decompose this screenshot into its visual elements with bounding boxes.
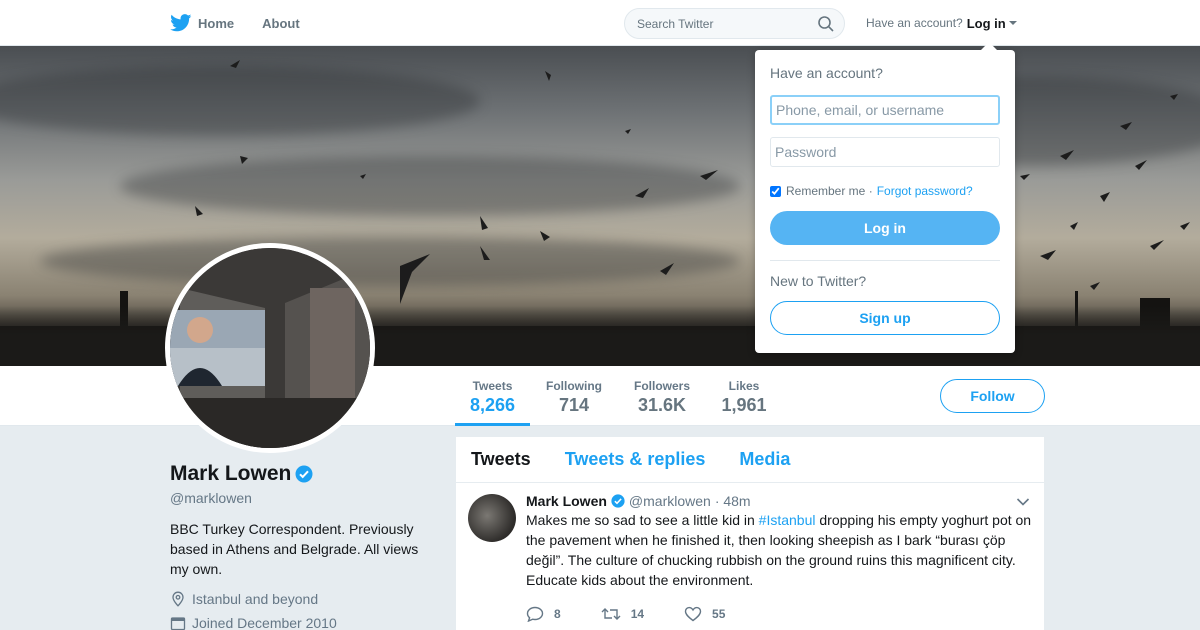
nav-home[interactable]: Home	[170, 14, 234, 32]
forgot-password-link[interactable]: Forgot password?	[877, 184, 973, 198]
dropdown-divider	[770, 260, 1000, 261]
nav-home-label: Home	[198, 15, 235, 31]
stat-followers[interactable]: Followers 31.6K	[625, 366, 699, 426]
tweet[interactable]: Mark Lowen @marklowen · 48m Makes me so …	[456, 483, 1044, 622]
chevron-down-icon[interactable]	[1008, 21, 1017, 25]
tweet-author-name[interactable]: Mark Lowen	[526, 493, 607, 509]
stat-following[interactable]: Following 714	[537, 366, 611, 426]
nav-left: Home About	[170, 0, 328, 46]
username-field[interactable]	[770, 95, 1000, 125]
nav-about-label: About	[262, 15, 300, 31]
profile-bio: BBC Turkey Correspondent. Previously bas…	[170, 521, 419, 577]
tweet-hashtag[interactable]: #Istanbul	[759, 512, 816, 528]
profile-joined: Joined December 2010	[170, 615, 430, 630]
retweet-icon	[601, 608, 621, 620]
remember-me-checkbox[interactable]	[770, 185, 781, 197]
stat-likes-value: 1,961	[721, 395, 767, 415]
heart-icon	[684, 606, 702, 622]
remember-row: Remember me · Forgot password?	[770, 184, 1000, 198]
follow-button[interactable]: Follow	[940, 379, 1045, 413]
search-icon[interactable]	[818, 16, 834, 32]
reply-button[interactable]: 8	[526, 606, 561, 622]
tab-tweets[interactable]: Tweets	[471, 449, 531, 470]
like-count: 55	[712, 607, 726, 621]
top-navigation: Home About Have an account? Log in	[0, 0, 1200, 46]
timeline-tabs: Tweets Tweets & replies Media	[456, 437, 1044, 483]
password-field[interactable]	[770, 137, 1000, 167]
nav-about[interactable]: About	[262, 16, 300, 31]
tweet-header: Mark Lowen @marklowen · 48m	[526, 493, 1029, 509]
tweet-author-handle[interactable]: @marklowen	[629, 493, 711, 509]
stat-followers-value: 31.6K	[637, 395, 687, 415]
retweet-count: 14	[630, 607, 645, 621]
verified-badge-icon	[295, 465, 313, 483]
stat-tweets-label: Tweets	[472, 379, 513, 393]
tweet-timestamp[interactable]: · 48m	[715, 493, 751, 509]
chevron-down-icon[interactable]	[1016, 497, 1030, 507]
profile-name-row: Mark Lowen	[170, 462, 430, 486]
reply-icon	[526, 606, 544, 622]
tweet-text-before: Makes me so sad to see a little kid in	[526, 512, 759, 528]
login-dropdown: Have an account? Remember me · Forgot pa…	[755, 42, 1015, 353]
account-prompt: Have an account?	[866, 16, 963, 30]
tweet-avatar[interactable]	[468, 494, 516, 542]
profile-name[interactable]: Mark Lowen	[170, 462, 291, 486]
avatar-photo	[170, 248, 370, 448]
verified-badge-icon	[611, 494, 625, 508]
stat-tweets-value: 8,266	[469, 395, 516, 415]
retweet-button[interactable]: 14	[601, 606, 644, 622]
login-dropdown-title: Have an account?	[770, 65, 883, 81]
remember-me-label: Remember me ·	[786, 184, 873, 198]
tab-media[interactable]: Media	[739, 449, 790, 470]
profile-location-text: Istanbul and beyond	[192, 591, 319, 607]
tab-tweets-replies[interactable]: Tweets & replies	[565, 449, 706, 470]
profile-joined-text: Joined December 2010	[192, 615, 337, 630]
timeline: Tweets Tweets & replies Media Mark Lowen…	[456, 437, 1044, 630]
stat-following-label: Following	[546, 379, 602, 393]
profile-location: Istanbul and beyond	[170, 591, 430, 607]
search-box	[624, 8, 845, 39]
stat-likes[interactable]: Likes 1,961	[714, 366, 774, 426]
account-area: Have an account? Log in	[866, 0, 1017, 46]
tweet-actions: 8 14 55	[526, 606, 1029, 622]
twitter-bird-icon	[170, 14, 192, 32]
calendar-icon	[170, 617, 186, 630]
reply-count: 8	[554, 607, 561, 621]
profile-avatar[interactable]	[165, 243, 375, 453]
profile-handle[interactable]: @marklowen	[170, 490, 430, 506]
stat-tweets[interactable]: Tweets 8,266	[455, 366, 530, 426]
like-button[interactable]: 55	[684, 606, 725, 622]
login-button[interactable]: Log in	[770, 211, 1000, 245]
stat-likes-label: Likes	[728, 379, 760, 393]
stat-followers-label: Followers	[633, 379, 690, 393]
login-link[interactable]: Log in	[967, 16, 1006, 31]
signup-button[interactable]: Sign up	[770, 301, 1000, 335]
tweet-text: Makes me so sad to see a little kid in #…	[526, 510, 1036, 590]
location-pin-icon	[172, 591, 184, 607]
search-input[interactable]	[625, 9, 805, 38]
new-to-twitter-text: New to Twitter?	[770, 273, 867, 289]
stat-following-value: 714	[558, 395, 590, 415]
profile-card: Mark Lowen @marklowen BBC Turkey Corresp…	[170, 462, 430, 630]
